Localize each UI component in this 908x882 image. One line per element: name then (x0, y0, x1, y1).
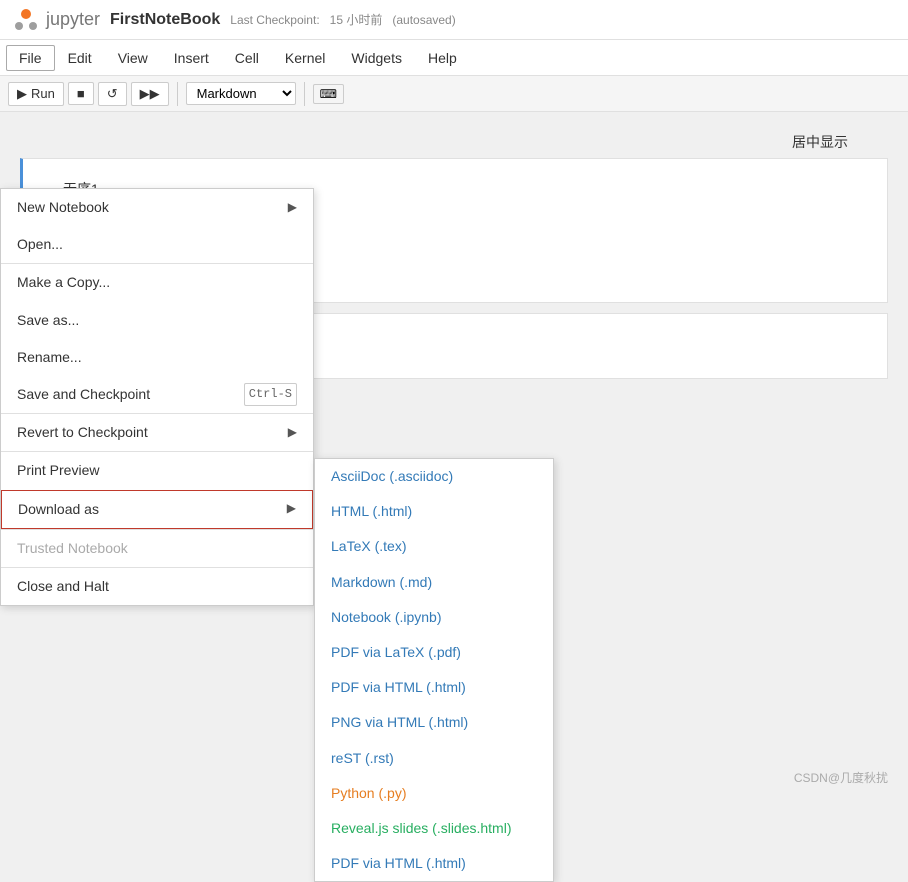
top-bar: jupyter FirstNoteBook Last Checkpoint: 1… (0, 0, 908, 40)
jupyter-brand-text: jupyter (46, 9, 100, 30)
toolbar-separator (177, 82, 178, 106)
run-button[interactable]: ▶ Run (8, 82, 64, 106)
run-icon: ▶ (17, 86, 27, 102)
menu-make-copy[interactable]: Make a Copy... (1, 264, 313, 301)
dropdown-section-2: Make a Copy... Save as... Rename... Save… (1, 264, 313, 414)
dropdown-section-1: New Notebook ▶ Open... (1, 189, 313, 264)
dropdown-section-5: Trusted Notebook (1, 530, 313, 568)
keyboard-shortcut-button[interactable]: ⌨ (313, 84, 344, 104)
restart-button[interactable]: ↺ (98, 82, 127, 106)
checkpoint-label: Last Checkpoint: (230, 13, 319, 27)
make-copy-label: Make a Copy... (17, 270, 110, 295)
print-preview-label: Print Preview (17, 458, 99, 483)
download-submenu: AsciiDoc (.asciidoc) HTML (.html) LaTeX … (314, 458, 554, 882)
run-label: Run (31, 86, 55, 101)
menu-revert-checkpoint[interactable]: Revert to Checkpoint ▶ (1, 414, 313, 451)
revert-checkpoint-arrow: ▶ (288, 422, 297, 444)
checkpoint-time: 15 小时前 (330, 11, 383, 28)
toolbar: ▶ Run ■ ↺ ▶▶ Code Markdown Raw NBConvert… (0, 76, 908, 112)
submenu-markdown[interactable]: Markdown (.md) (315, 565, 553, 600)
menu-download-as[interactable]: Download as ▶ (1, 490, 313, 529)
dropdown-section-6: Close and Halt (1, 568, 313, 605)
file-dropdown-overlay: New Notebook ▶ Open... Make a Copy... Sa… (0, 188, 314, 606)
watermark: CSDN@几度秋扰 (794, 769, 888, 786)
submenu-rest[interactable]: reST (.rst) (315, 741, 553, 776)
submenu-asciidoc[interactable]: AsciiDoc (.asciidoc) (315, 459, 553, 494)
trusted-notebook-label: Trusted Notebook (17, 536, 128, 561)
menu-help[interactable]: Help (415, 45, 470, 71)
new-notebook-label: New Notebook (17, 195, 109, 220)
open-label: Open... (17, 232, 63, 257)
menu-edit[interactable]: Edit (55, 45, 105, 71)
menu-rename[interactable]: Rename... (1, 339, 313, 376)
menu-close-halt[interactable]: Close and Halt (1, 568, 313, 605)
close-halt-label: Close and Halt (17, 574, 109, 599)
save-as-label: Save as... (17, 308, 79, 333)
submenu-pdf-latex[interactable]: PDF via LaTeX (.pdf) (315, 635, 553, 670)
cell-type-select[interactable]: Code Markdown Raw NBConvert Heading (186, 82, 296, 105)
submenu-notebook[interactable]: Notebook (.ipynb) (315, 600, 553, 635)
menu-file[interactable]: File (6, 45, 55, 71)
main-content: 居中显示 无序1 无序2 有序1 有序2 代码块 print('用ta定语言')… (0, 112, 908, 806)
download-as-label: Download as (18, 497, 99, 522)
notebook-title: FirstNoteBook (110, 11, 220, 29)
rename-label: Rename... (17, 345, 82, 370)
submenu-latex[interactable]: LaTeX (.tex) (315, 529, 553, 564)
stop-button[interactable]: ■ (68, 82, 94, 105)
submenu-revealjs[interactable]: Reveal.js slides (.slides.html) (315, 811, 553, 846)
download-as-arrow: ▶ (287, 498, 296, 520)
menu-print-preview[interactable]: Print Preview (1, 452, 313, 489)
save-checkpoint-shortcut: Ctrl-S (244, 383, 297, 407)
jupyter-logo: jupyter (12, 6, 100, 34)
menu-kernel[interactable]: Kernel (272, 45, 338, 71)
jupyter-logo-icon (12, 6, 40, 34)
toolbar-separator-2 (304, 82, 305, 106)
fast-forward-button[interactable]: ▶▶ (131, 82, 169, 106)
menu-cell[interactable]: Cell (222, 45, 272, 71)
menu-open[interactable]: Open... (1, 226, 313, 263)
autosaved-label: (autosaved) (392, 13, 455, 27)
menu-bar: File Edit View Insert Cell Kernel Widget… (0, 40, 908, 76)
submenu-png-html[interactable]: PNG via HTML (.html) (315, 705, 553, 740)
keyboard-icon: ⌨ (320, 87, 337, 101)
menu-insert[interactable]: Insert (161, 45, 222, 71)
menu-view[interactable]: View (105, 45, 161, 71)
save-checkpoint-label: Save and Checkpoint (17, 382, 150, 407)
new-notebook-arrow: ▶ (288, 197, 297, 219)
menu-save-checkpoint[interactable]: Save and Checkpoint Ctrl-S (1, 376, 313, 413)
revert-checkpoint-label: Revert to Checkpoint (17, 420, 148, 445)
submenu-pdf-html[interactable]: PDF via HTML (.html) (315, 670, 553, 705)
menu-trusted-notebook: Trusted Notebook (1, 530, 313, 567)
submenu-html[interactable]: HTML (.html) (315, 494, 553, 529)
restart-icon: ↺ (107, 86, 118, 102)
menu-new-notebook[interactable]: New Notebook ▶ (1, 189, 313, 226)
menu-save-as[interactable]: Save as... (1, 302, 313, 339)
submenu-pdf-html-2[interactable]: PDF via HTML (.html) (315, 846, 553, 881)
file-dropdown: New Notebook ▶ Open... Make a Copy... Sa… (0, 188, 314, 606)
dropdown-section-3: Revert to Checkpoint ▶ (1, 414, 313, 452)
centered-display: 居中显示 (20, 132, 888, 152)
dropdown-section-4: Print Preview Download as ▶ (1, 452, 313, 529)
fast-forward-icon: ▶▶ (140, 86, 160, 102)
stop-icon: ■ (77, 86, 85, 101)
menu-widgets[interactable]: Widgets (338, 45, 415, 71)
